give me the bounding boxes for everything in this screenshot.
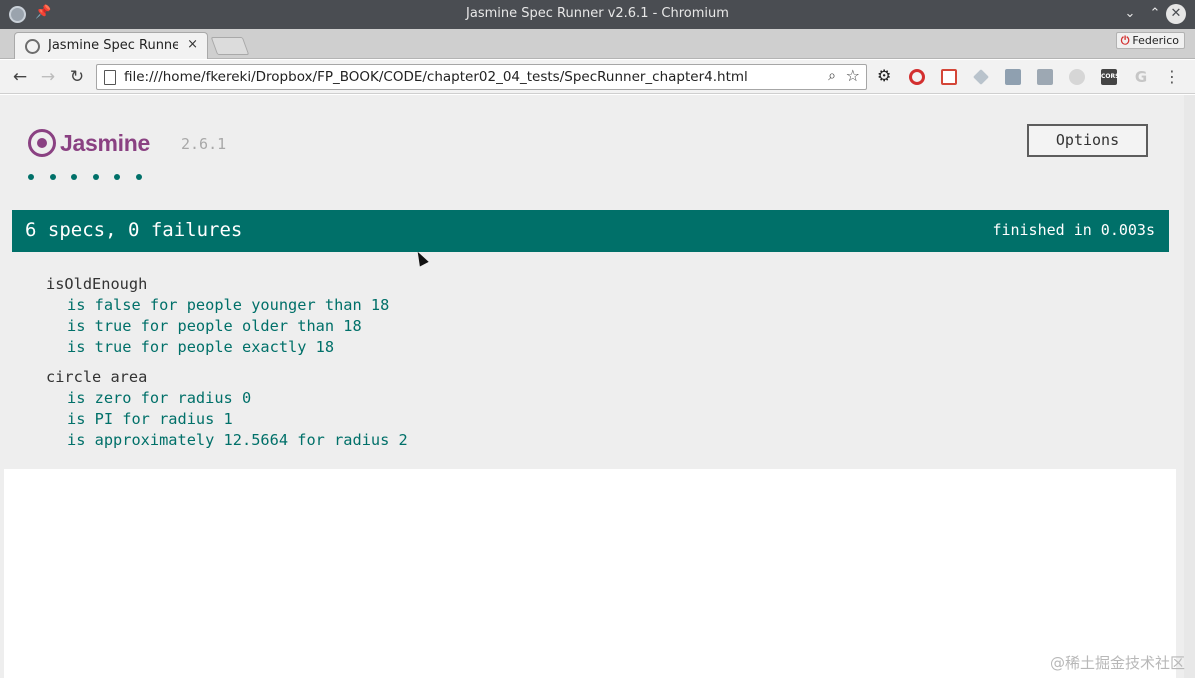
spec-progress-dots [28, 174, 157, 180]
tab-close-icon[interactable]: × [187, 37, 198, 52]
page-content: Jasmine 2.6.1 Options 6 specs, 0 failure… [0, 95, 1195, 678]
address-bar[interactable]: file:///home/fkereki/Dropbox/FP_BOOK/COD… [96, 64, 867, 90]
spec-pass-dot [114, 174, 120, 180]
profile-name: Federico [1132, 34, 1179, 47]
zoom-icon[interactable]: ⌕ [828, 68, 836, 84]
tab-jasmine-spec-runner[interactable]: Jasmine Spec Runner × [14, 32, 208, 59]
gmail-icon[interactable] [941, 69, 957, 85]
window-titlebar: 📌 Jasmine Spec Runner v2.6.1 - Chromium … [0, 0, 1195, 29]
cors-icon[interactable]: CORS [1101, 69, 1119, 85]
spec-results-list: isOldEnough is false for people younger t… [46, 274, 408, 460]
options-button[interactable]: Options [1027, 124, 1148, 157]
window-title: Jasmine Spec Runner v2.6.1 - Chromium [466, 6, 729, 21]
spec-item[interactable]: is zero for radius 0 [46, 388, 408, 409]
spec-item[interactable]: is true for people older than 18 [46, 316, 408, 337]
profile-button[interactable]: ⏻ Federico [1115, 32, 1185, 49]
google-icon[interactable]: G [1133, 69, 1149, 85]
watermark: @稀土掘金技术社区 [1049, 654, 1185, 672]
page-blank-area [4, 469, 1176, 678]
suite: isOldEnough is false for people younger t… [46, 274, 408, 358]
close-window-button[interactable]: ✕ [1166, 4, 1186, 24]
menu-icon[interactable]: ⋮ [1164, 69, 1180, 85]
opera-icon[interactable] [909, 69, 925, 85]
url-text[interactable]: file:///home/fkereki/Dropbox/FP_BOOK/COD… [124, 69, 748, 85]
spec-pass-dot [28, 174, 34, 180]
logo-text: Jasmine [60, 129, 150, 156]
results-duration: finished in 0.003s [992, 221, 1155, 239]
circle-icon[interactable] [1069, 69, 1085, 85]
spec-item[interactable]: is PI for radius 1 [46, 409, 408, 430]
jasmine-version: 2.6.1 [181, 135, 227, 153]
minimize-button[interactable]: ⌄ [1120, 4, 1140, 24]
scrollbar[interactable] [1184, 95, 1195, 678]
tab-title: Jasmine Spec Runner [48, 38, 178, 53]
maximize-button[interactable]: ⌃ [1145, 4, 1165, 24]
browser-toolbar: ← → ↻ file:///home/fkereki/Dropbox/FP_BO… [0, 60, 1195, 94]
spec-pass-dot [135, 174, 142, 180]
pocket-icon[interactable] [1005, 69, 1021, 85]
jasmine-flower-icon [28, 129, 56, 157]
spec-item[interactable]: is approximately 12.5664 for radius 2 [46, 430, 408, 451]
new-tab-button[interactable] [210, 37, 250, 55]
qr-icon[interactable] [1037, 69, 1053, 85]
spec-pass-dot [49, 174, 56, 180]
gear-icon[interactable]: ⚙ [877, 68, 893, 84]
back-button[interactable]: ← [9, 66, 31, 88]
spec-item[interactable]: is true for people exactly 18 [46, 337, 408, 358]
suite: circle area is zero for radius 0 is PI for… [46, 367, 408, 451]
results-banner: 6 specs, 0 failures finished in 0.003s [12, 210, 1169, 252]
spec-item[interactable]: is false for people younger than 18 [46, 295, 408, 316]
spec-pass-dot [71, 174, 77, 180]
forward-button[interactable]: → [37, 66, 59, 88]
bookmark-star-icon[interactable]: ☆ [846, 66, 860, 85]
jasmine-logo: Jasmine [28, 129, 150, 157]
tab-strip: Jasmine Spec Runner × ⏻ Federico [0, 29, 1195, 59]
suite-title[interactable]: circle area [46, 367, 408, 388]
results-summary: 6 specs, 0 failures [25, 219, 243, 241]
mouse-cursor-icon [413, 249, 429, 267]
jasmine-favicon-icon [25, 39, 40, 54]
dropbox-icon[interactable] [973, 69, 989, 85]
reload-button[interactable]: ↻ [66, 66, 88, 88]
profile-icon: ⏻ [1120, 34, 1130, 47]
spec-pass-dot [92, 174, 99, 180]
page-icon [104, 70, 116, 85]
suite-title[interactable]: isOldEnough [46, 274, 408, 295]
